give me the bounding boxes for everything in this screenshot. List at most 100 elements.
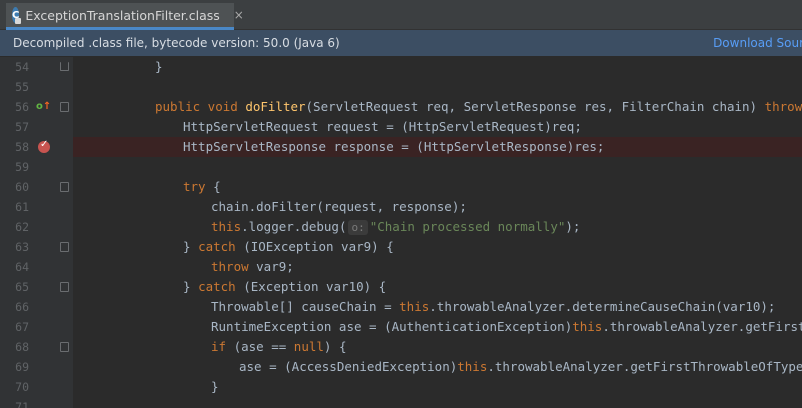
gutter[interactable]: 63 [0, 237, 73, 257]
fold-marker-icon[interactable] [60, 182, 69, 192]
code-text: try { [71, 177, 802, 197]
download-sources-link[interactable]: Download Sources [713, 36, 802, 50]
gutter[interactable]: 70 [0, 377, 73, 397]
code-line[interactable]: 69 ase = (AccessDeniedException)this.thro… [0, 357, 802, 377]
code-token: (ase == [233, 339, 294, 354]
line-number: 54 [15, 60, 29, 74]
code-text: public void doFilter(ServletRequest req,… [71, 97, 802, 117]
parameter-hint: o: [348, 220, 368, 235]
gutter[interactable]: 64 [0, 257, 73, 277]
gutter[interactable]: 57 [0, 117, 73, 137]
code-token: HttpServletResponse response = (HttpServ… [183, 139, 605, 154]
code-text: RuntimeException ase = (AuthenticationEx… [71, 317, 802, 337]
fold-marker-icon[interactable] [60, 282, 69, 292]
fold-marker-icon[interactable] [60, 62, 69, 71]
code-text: Throwable[] causeChain = this.throwableA… [71, 297, 802, 317]
code-text: } catch (Exception var10) { [71, 277, 802, 297]
fold-marker-icon[interactable] [60, 342, 69, 352]
fold-marker-icon[interactable] [60, 102, 69, 112]
code-token: (ServletRequest req, ServletResponse res… [305, 99, 765, 114]
code-token: .throwableAnalyzer.getFirstThrowableOfTy… [487, 359, 802, 374]
code-line[interactable]: 64 throw var9; [0, 257, 802, 277]
code-token: try [183, 179, 214, 194]
gutter[interactable]: 65 [0, 277, 73, 297]
line-number: 58 [15, 140, 29, 154]
code-line[interactable]: 67 RuntimeException ase = (Authentication… [0, 317, 802, 337]
code-line[interactable]: 65 } catch (Exception var10) { [0, 277, 802, 297]
code-text: if (ase == null) { [71, 337, 802, 357]
code-line[interactable]: 71 [0, 397, 802, 408]
code-editor[interactable]: 54} 55 56 o↑ public void doFilter(ServletReq… [0, 57, 802, 408]
code-line[interactable]: 54} [0, 57, 802, 77]
code-token: .throwableAnalyzer.getFirstThrowableOfTy… [602, 319, 802, 334]
implements-method-icon[interactable]: o↑ [36, 100, 51, 114]
line-number: 63 [15, 240, 29, 254]
code-token: doFilter [245, 99, 306, 114]
fold-marker-icon[interactable] [60, 242, 69, 252]
editor-tab-bar: C ExceptionTranslationFilter.class × [0, 0, 802, 30]
banner-text: Decompiled .class file, bytecode version… [13, 36, 340, 50]
tab-exception-translation-filter[interactable]: C ExceptionTranslationFilter.class × [6, 3, 244, 30]
code-token: { [213, 179, 221, 194]
gutter[interactable]: 71 [0, 397, 73, 408]
code-token: (IOException var9) { [243, 239, 394, 254]
gutter[interactable]: 58 [0, 137, 73, 157]
code-token: chain.doFilter(request, response); [211, 199, 467, 214]
gutter[interactable]: 69 [0, 357, 73, 377]
code-line[interactable]: 61 chain.doFilter(request, response); [0, 197, 802, 217]
code-line[interactable]: 58 HttpServletResponse response = (HttpSe… [0, 137, 802, 157]
code-token: catch [198, 279, 244, 294]
gutter[interactable]: 59 [0, 157, 73, 177]
code-token: Throwable[] causeChain = [211, 299, 400, 314]
code-token: } [183, 239, 199, 254]
close-icon[interactable]: × [234, 8, 244, 22]
code-token: } [211, 379, 219, 394]
code-text: } catch (IOException var9) { [71, 237, 802, 257]
code-text: ase = (AccessDeniedException)this.throwa… [71, 357, 802, 377]
code-token: public void [155, 99, 246, 114]
gutter[interactable]: 68 [0, 337, 73, 357]
line-number: 66 [15, 300, 29, 314]
code-line[interactable]: 55 [0, 77, 802, 97]
gutter[interactable]: 61 [0, 197, 73, 217]
line-number: 57 [15, 120, 29, 134]
code-token: throw [211, 259, 257, 274]
code-token: ); [565, 219, 581, 234]
code-token: this [457, 359, 488, 374]
code-text: HttpServletRequest request = (HttpServle… [71, 117, 802, 137]
code-token: null [293, 339, 324, 354]
gutter[interactable]: 67 [0, 317, 73, 337]
code-token: var9; [256, 259, 294, 274]
breakpoint-icon[interactable] [38, 138, 50, 153]
code-text: } [71, 377, 802, 397]
code-line[interactable]: 57 HttpServletRequest request = (HttpServ… [0, 117, 802, 137]
code-text: this.logger.debug(o: "Chain processed nor… [71, 217, 802, 237]
code-token: HttpServletRequest request = (HttpServle… [183, 119, 582, 134]
gutter[interactable]: 55 [0, 77, 73, 97]
code-line[interactable]: 59 [0, 157, 802, 177]
code-line[interactable]: 62 this.logger.debug(o: "Chain processed n… [0, 217, 802, 237]
code-line[interactable]: 68 if (ase == null) { [0, 337, 802, 357]
code-line[interactable]: 66 Throwable[] causeChain = this.throwabl… [0, 297, 802, 317]
line-number: 62 [15, 220, 29, 234]
code-token: this [211, 219, 242, 234]
line-number: 65 [15, 280, 29, 294]
code-line[interactable]: 56 o↑ public void doFilter(ServletRequest … [0, 97, 802, 117]
code-token: } [155, 59, 163, 74]
code-token: this [572, 319, 603, 334]
code-text: chain.doFilter(request, response); [71, 197, 802, 217]
code-token: "Chain processed normally" [369, 219, 566, 234]
code-line[interactable]: 60 try { [0, 177, 802, 197]
code-line[interactable]: 63 } catch (IOException var9) { [0, 237, 802, 257]
code-token: this [399, 299, 430, 314]
gutter[interactable]: 54 [0, 57, 73, 77]
gutter[interactable]: 62 [0, 217, 73, 237]
gutter[interactable]: 66 [0, 297, 73, 317]
line-number: 55 [15, 80, 29, 94]
line-number: 60 [15, 180, 29, 194]
code-token: .logger.debug( [241, 219, 347, 234]
code-line[interactable]: 70} [0, 377, 802, 397]
gutter[interactable]: 60 [0, 177, 73, 197]
line-number: 61 [15, 200, 29, 214]
gutter[interactable]: 56 o↑ [0, 97, 73, 117]
